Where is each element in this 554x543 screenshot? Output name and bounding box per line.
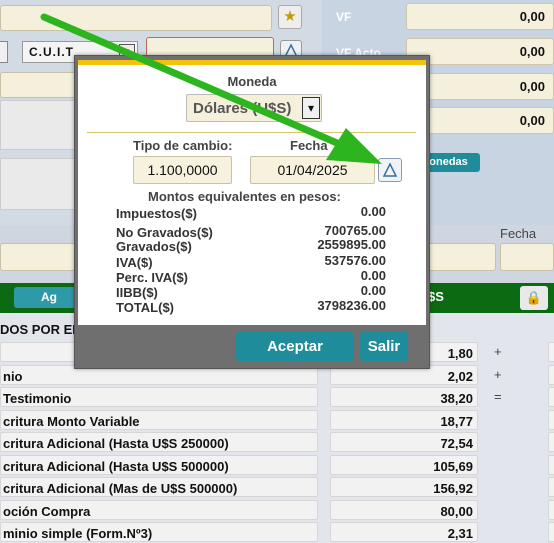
monto-value: 700765.00: [324, 223, 386, 238]
monto-label: IVA($): [116, 255, 153, 270]
salir-button[interactable]: Salir: [360, 332, 408, 361]
table-row-value: 18,77: [330, 410, 478, 430]
moneda-value: Dólares (U$S): [193, 100, 292, 117]
table-row-name: critura Adicional (Hasta U$S 500000): [0, 455, 318, 475]
lock-icon[interactable]: 🔒: [520, 286, 548, 310]
montos-title: Montos equivalentes en pesos:: [148, 189, 341, 204]
star-icon[interactable]: ★: [278, 5, 302, 29]
fecha-input[interactable]: [500, 243, 554, 271]
table-row-edge-cell: [548, 342, 554, 362]
table-row-name: critura Adicional (Hasta U$S 250000): [0, 432, 318, 452]
fecha-modal-label: Fecha: [290, 138, 328, 153]
moneda-label: Moneda: [227, 74, 277, 89]
monto-label: No Gravados($): [116, 225, 213, 240]
name-input[interactable]: [0, 5, 272, 31]
chevron-down-icon[interactable]: ▾: [302, 97, 320, 119]
notes-area-2[interactable]: [0, 158, 76, 210]
table-row-value: 80,00: [330, 500, 478, 520]
table-row-value: 72,54: [330, 432, 478, 452]
table-row-edge-cell: [548, 455, 554, 475]
table-row-operator: =: [494, 389, 502, 404]
fecha-modal-input[interactable]: 01/04/2025: [250, 156, 375, 184]
moneda-select[interactable]: Dólares (U$S) ▾: [186, 94, 322, 122]
table-row-name: minio simple (Form.Nº3): [0, 522, 318, 542]
monto-label: Perc. IVA($): [116, 270, 189, 285]
monto-label: TOTAL($): [116, 300, 175, 315]
table-row-name: oción Compra: [0, 500, 318, 520]
tipo-cambio-input[interactable]: 1.100,0000: [133, 156, 232, 184]
cuit-label: C.U.I.T: [29, 45, 74, 59]
table-row-edge-cell: [548, 432, 554, 452]
table-row-edge-cell: [548, 522, 554, 542]
monto-value: 0.00: [360, 268, 386, 283]
aceptar-button[interactable]: Aceptar: [236, 332, 354, 361]
monto-label: Impuestos($): [116, 206, 197, 221]
table-row-name: critura Monto Variable: [0, 410, 318, 430]
tipo-cambio-label: Tipo de cambio:: [133, 138, 233, 153]
table-row-edge-cell: [548, 387, 554, 407]
table-row-edge-cell: [548, 500, 554, 520]
table-row-value: 105,69: [330, 455, 478, 475]
monto-value: 0.00: [360, 204, 386, 219]
table-row-value: 38,20: [330, 387, 478, 407]
triangle-icon: [382, 162, 398, 177]
currency-label: $S: [428, 289, 444, 304]
table-row-name: Testimonio: [0, 387, 318, 407]
vf-value: 0,00: [406, 3, 554, 30]
table-row-edge-cell: [548, 365, 554, 385]
doc-type-select[interactable]: [0, 41, 8, 63]
fecha-label: Fecha: [500, 226, 537, 241]
vf-label: VF: [336, 10, 352, 24]
monto-label: Gravados($): [116, 239, 192, 254]
calendar-button[interactable]: [378, 158, 402, 182]
monto-value: 3798236.00: [317, 298, 386, 313]
monto-value: 0.00: [360, 283, 386, 298]
monto-value: 537576.00: [324, 253, 386, 268]
table-row-operator: +: [494, 367, 502, 382]
table-row-value: 2,31: [330, 522, 478, 542]
monto-label: IIBB($): [116, 285, 158, 300]
table-row-edge-cell: [548, 477, 554, 497]
table-row-operator: +: [494, 344, 502, 359]
notes-area[interactable]: [0, 100, 76, 150]
section-title: DOS POR EL: [0, 322, 81, 337]
table-row-edge-cell: [548, 410, 554, 430]
lower-input[interactable]: [0, 243, 76, 271]
divider: [87, 132, 416, 133]
table-row-name: critura Adicional (Mas de U$S 500000): [0, 477, 318, 497]
monto-value: 2559895.00: [317, 237, 386, 252]
table-row-value: 156,92: [330, 477, 478, 497]
